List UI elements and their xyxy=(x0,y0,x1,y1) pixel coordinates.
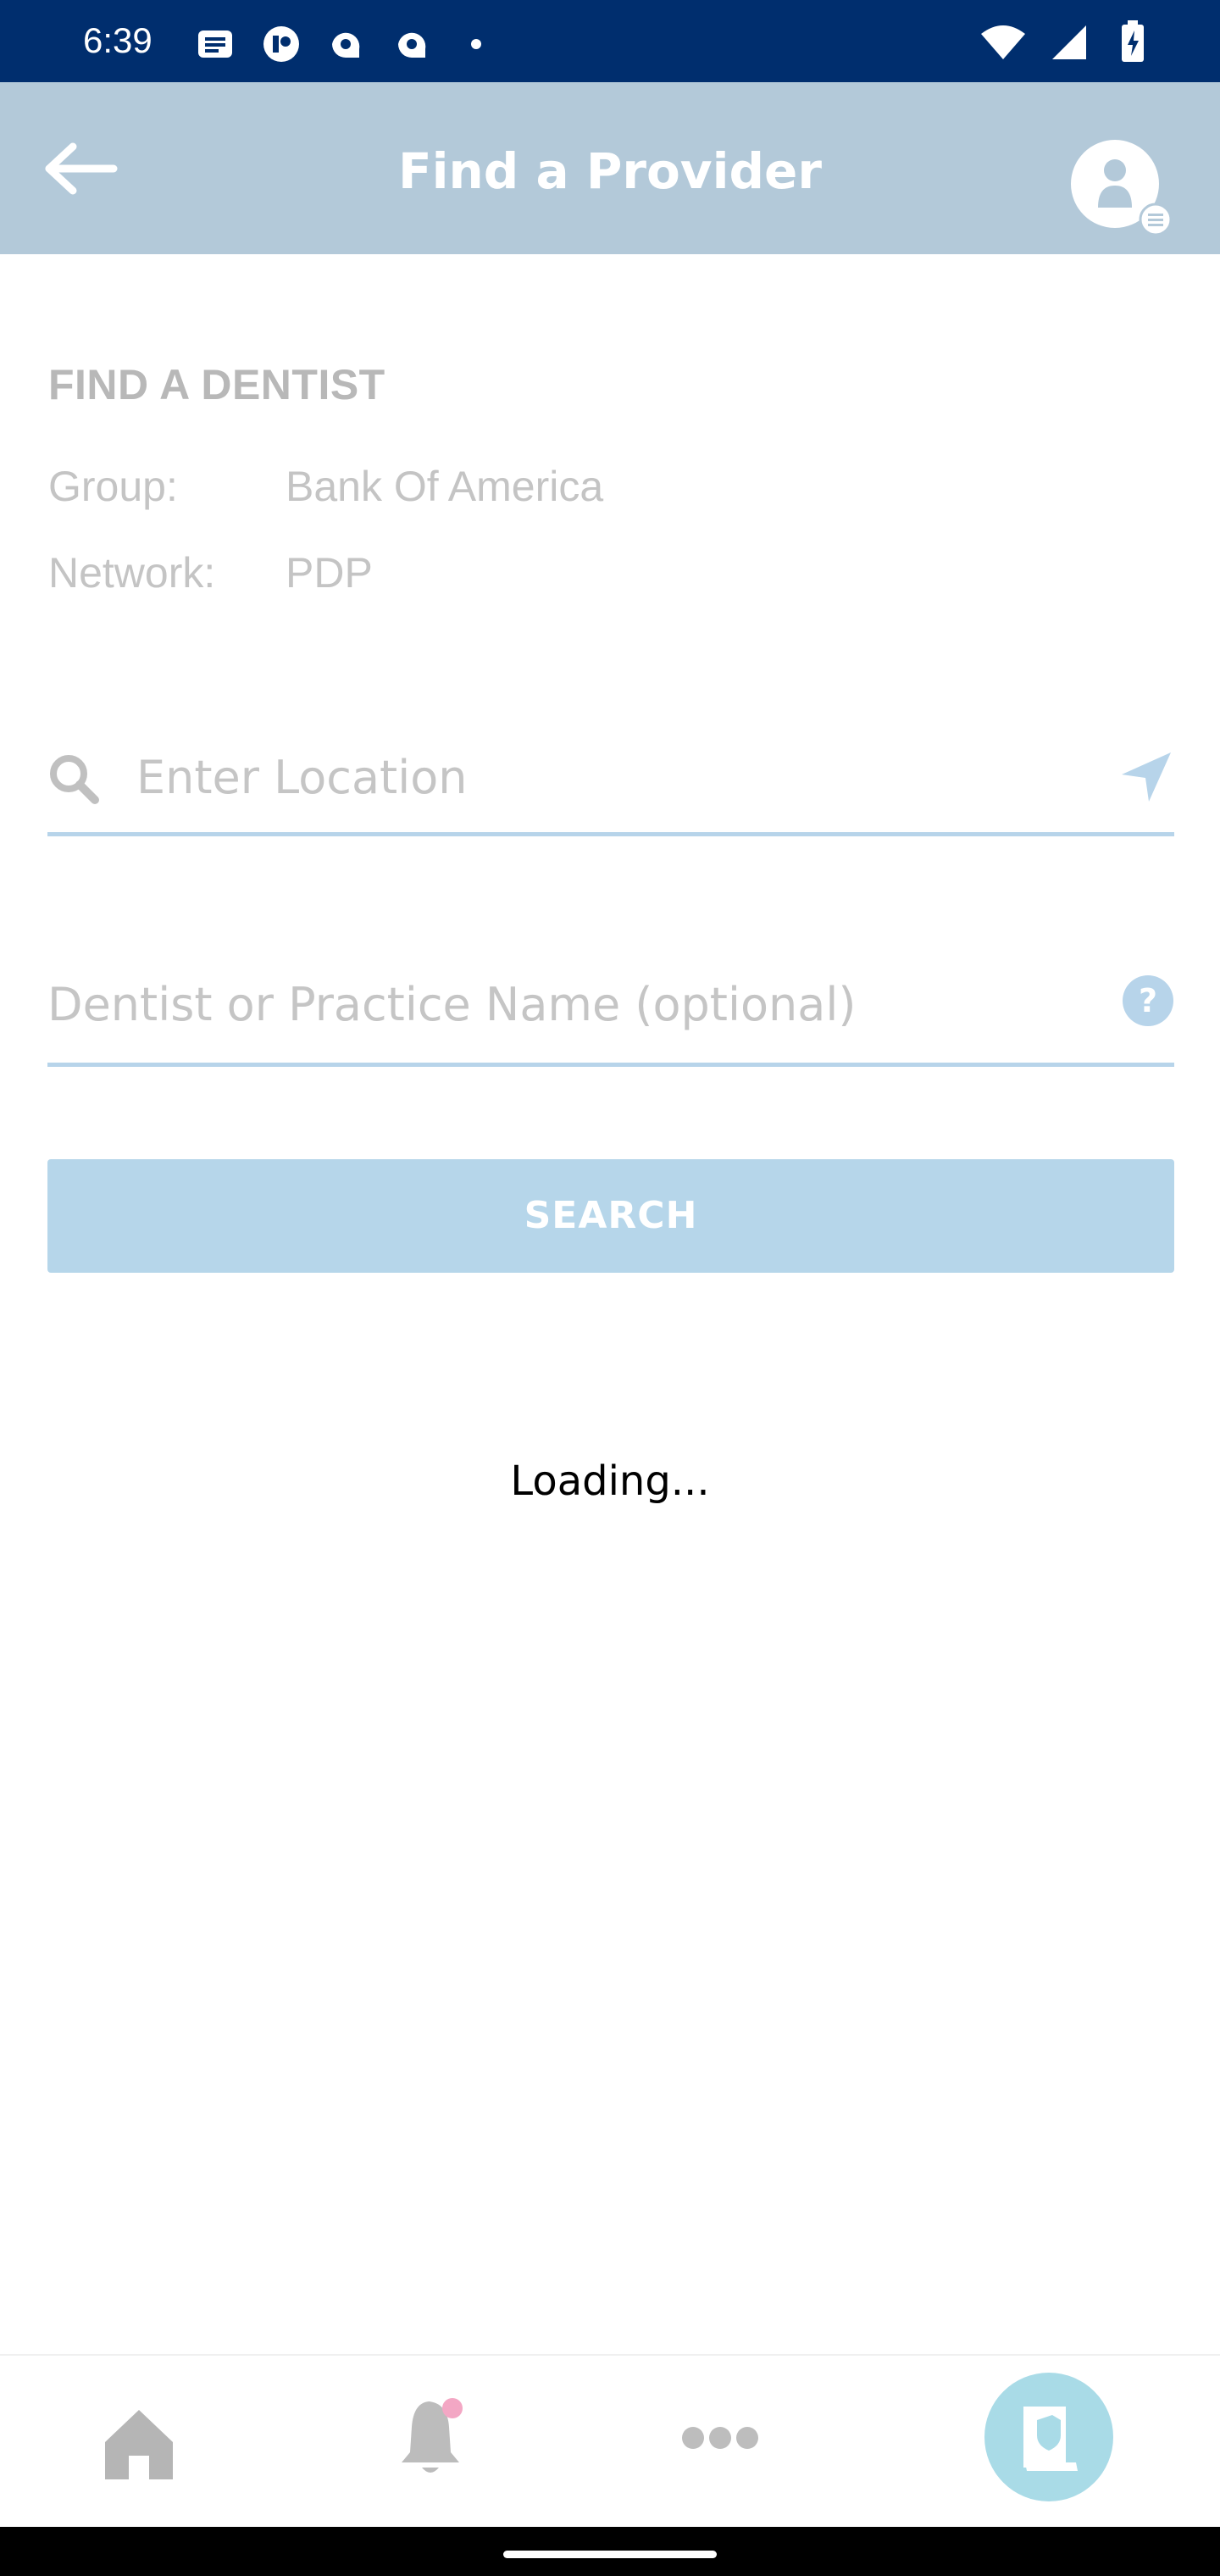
dentist-name-placeholder: Dentist or Practice Name (optional) xyxy=(47,978,857,1031)
app-icon xyxy=(398,32,426,58)
battery-icon xyxy=(1122,20,1144,62)
network-label: Network: xyxy=(48,549,216,597)
section-heading: FIND A DENTIST xyxy=(48,361,385,408)
app-icon xyxy=(332,32,360,58)
help-icon[interactable]: ? xyxy=(1122,974,1174,1027)
home-gesture-bar[interactable] xyxy=(503,2551,717,2558)
message-icon xyxy=(198,31,232,58)
group-value: Bank Of America xyxy=(286,463,604,510)
nav-notifications[interactable] xyxy=(390,2393,474,2481)
user-avatar-icon xyxy=(1071,140,1173,236)
current-location-icon[interactable] xyxy=(1118,749,1174,805)
group-label: Group: xyxy=(48,463,178,510)
search-icon xyxy=(50,755,99,804)
search-button-label: SEARCH xyxy=(524,1194,698,1237)
profile-button[interactable] xyxy=(1069,138,1176,238)
svg-text:?: ? xyxy=(1139,982,1157,1019)
bottom-nav xyxy=(0,2354,1220,2529)
id-card-icon xyxy=(984,2373,1113,2501)
app-header: Find a Provider xyxy=(0,82,1220,254)
app-icon xyxy=(263,26,299,62)
page-title: Find a Provider xyxy=(398,142,822,200)
location-underline xyxy=(47,832,1174,836)
network-value: PDP xyxy=(286,549,373,597)
bell-icon xyxy=(402,2398,463,2473)
search-button[interactable]: SEARCH xyxy=(47,1159,1174,1273)
signal-icon xyxy=(1052,25,1086,59)
more-icon xyxy=(682,2427,758,2449)
dentist-name-underline xyxy=(47,1063,1174,1067)
home-icon xyxy=(105,2410,173,2479)
nav-more[interactable] xyxy=(678,2417,762,2459)
location-input[interactable]: Enter Location xyxy=(47,746,1174,839)
wifi-icon xyxy=(981,25,1025,59)
nav-id-card[interactable] xyxy=(983,2371,1115,2503)
status-time: 6:39 xyxy=(83,20,152,60)
nav-home[interactable] xyxy=(97,2403,181,2484)
status-bar: 6:39 xyxy=(0,0,1220,82)
dentist-name-input[interactable]: Dentist or Practice Name (optional) ? xyxy=(47,974,1174,1069)
dot-icon xyxy=(471,39,481,49)
loading-text: Loading... xyxy=(510,1457,710,1505)
location-placeholder: Enter Location xyxy=(136,751,468,804)
